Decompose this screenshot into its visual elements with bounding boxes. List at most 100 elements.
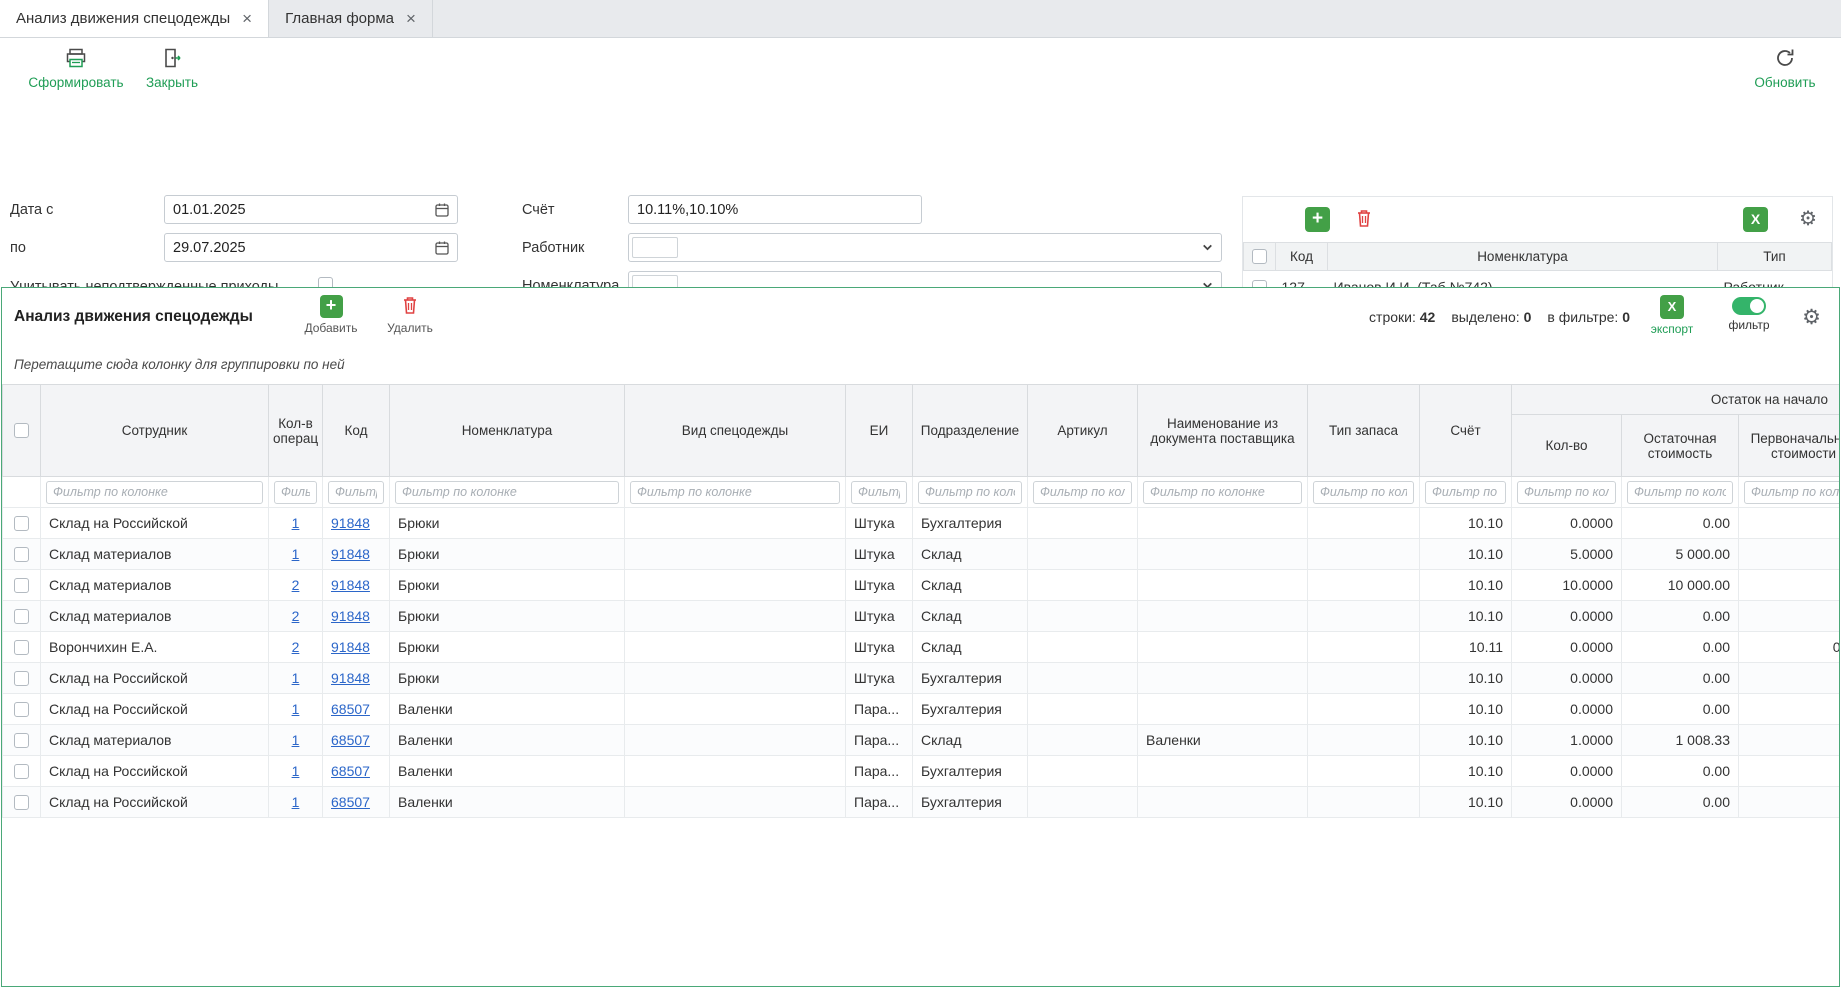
table-row[interactable]: Склад на Российской 1 68507 Валенки Пара…	[3, 787, 1840, 818]
filter-input-nomenclature[interactable]	[395, 481, 619, 504]
code-link[interactable]: 68507	[331, 763, 370, 779]
code-link[interactable]: 91848	[331, 515, 370, 531]
close-form-button[interactable]: Закрыть	[146, 47, 198, 90]
col-header-qty[interactable]: Кол-во	[1512, 415, 1622, 477]
col-header-kind[interactable]: Вид спецодежды	[625, 385, 846, 477]
col-header-article[interactable]: Артикул	[1028, 385, 1138, 477]
code-link[interactable]: 91848	[331, 546, 370, 562]
code-link[interactable]: 91848	[331, 639, 370, 655]
code-link[interactable]: 68507	[331, 701, 370, 717]
filter-input-article[interactable]	[1033, 481, 1132, 504]
export-button[interactable]: X экспорт	[1645, 295, 1699, 336]
ops-count-link[interactable]: 1	[292, 763, 300, 779]
code-link[interactable]: 91848	[331, 577, 370, 593]
table-row[interactable]: Склад на Российской 1 91848 Брюки Штука …	[3, 508, 1840, 539]
gear-icon[interactable]: ⚙	[1799, 207, 1817, 232]
filter-input-code[interactable]	[328, 481, 384, 504]
ops-count-link[interactable]: 2	[292, 639, 300, 655]
row-checkbox[interactable]	[14, 702, 29, 717]
date-from-input[interactable]	[165, 196, 434, 223]
code-link[interactable]: 91848	[331, 670, 370, 686]
filter-input-supplier-name[interactable]	[1143, 481, 1302, 504]
account-input[interactable]	[629, 196, 921, 223]
code-link[interactable]: 68507	[331, 794, 370, 810]
add-row-button[interactable]: + Добавить	[302, 295, 360, 335]
chevron-down-icon[interactable]	[1201, 241, 1214, 254]
worker-combobox[interactable]	[628, 233, 1222, 262]
filter-input-department[interactable]	[918, 481, 1022, 504]
row-checkbox[interactable]	[14, 764, 29, 779]
col-header-stock-type[interactable]: Тип запаса	[1308, 385, 1420, 477]
filter-input-unit[interactable]	[851, 481, 907, 504]
table-row[interactable]: Склад материалов 2 91848 Брюки Штука Скл…	[3, 570, 1840, 601]
ops-count-link[interactable]: 1	[292, 515, 300, 531]
tab-close-icon[interactable]: ×	[242, 10, 252, 27]
delete-item-button[interactable]	[1355, 208, 1373, 231]
ops-count-link[interactable]: 2	[292, 577, 300, 593]
filter-input-residual[interactable]	[1627, 481, 1733, 504]
toggle-on-icon[interactable]	[1732, 297, 1766, 315]
row-checkbox[interactable]	[14, 671, 29, 686]
filter-input-stock-type[interactable]	[1313, 481, 1414, 504]
cell-department: Склад	[913, 725, 1028, 756]
col-header-unit[interactable]: ЕИ	[846, 385, 913, 477]
tab-main-form[interactable]: Главная форма ×	[269, 0, 433, 37]
table-row[interactable]: Склад на Российской 1 91848 Брюки Штука …	[3, 663, 1840, 694]
generate-button[interactable]: Сформировать	[26, 47, 126, 90]
row-checkbox[interactable]	[14, 609, 29, 624]
table-row[interactable]: Склад на Российской 1 68507 Валенки Пара…	[3, 694, 1840, 725]
header-checkbox[interactable]	[1252, 249, 1267, 264]
cell-department: Бухгалтерия	[913, 787, 1028, 818]
col-header-nomenclature[interactable]: Номенклатура	[390, 385, 625, 477]
table-row[interactable]: Склад материалов 1 68507 Валенки Пара...…	[3, 725, 1840, 756]
table-row[interactable]: Ворончихин Е.А. 2 91848 Брюки Штука Скла…	[3, 632, 1840, 663]
filter-input-kind[interactable]	[630, 481, 840, 504]
col-header-ops[interactable]: Кол-в операц	[269, 385, 323, 477]
row-checkbox[interactable]	[14, 516, 29, 531]
col-header-code[interactable]: Код	[323, 385, 390, 477]
row-checkbox[interactable]	[14, 547, 29, 562]
filter-input-qty[interactable]	[1517, 481, 1616, 504]
tab-close-icon[interactable]: ×	[406, 10, 416, 27]
filter-input-employee[interactable]	[46, 481, 263, 504]
col-header-residual[interactable]: Остаточная стоимость	[1622, 415, 1739, 477]
filter-input-initial[interactable]	[1744, 481, 1839, 504]
table-row[interactable]: Склад материалов 2 91848 Брюки Штука Скл…	[3, 601, 1840, 632]
cell-initial	[1739, 787, 1840, 818]
col-header-account[interactable]: Счёт	[1420, 385, 1512, 477]
filter-toggle[interactable]: фильтр	[1725, 297, 1773, 332]
ops-count-link[interactable]: 2	[292, 608, 300, 624]
select-all-checkbox[interactable]	[14, 423, 29, 438]
ops-count-link[interactable]: 1	[292, 701, 300, 717]
tab-analysis[interactable]: Анализ движения спецодежды ×	[0, 0, 269, 37]
ops-count-link[interactable]: 1	[292, 794, 300, 810]
code-link[interactable]: 91848	[331, 608, 370, 624]
col-header-initial[interactable]: Первоначальной стоимости	[1739, 415, 1840, 477]
filter-input-account[interactable]	[1425, 481, 1506, 504]
row-checkbox[interactable]	[14, 578, 29, 593]
row-checkbox[interactable]	[14, 795, 29, 810]
refresh-button[interactable]: Обновить	[1752, 47, 1818, 90]
table-row[interactable]: Склад на Российской 1 68507 Валенки Пара…	[3, 756, 1840, 787]
gear-icon[interactable]: ⚙	[1802, 305, 1821, 330]
grouping-drop-zone[interactable]: Перетащите сюда колонку для группировки …	[2, 346, 1839, 384]
worker-code-input[interactable]	[632, 237, 678, 258]
calendar-icon[interactable]	[434, 202, 450, 218]
row-checkbox[interactable]	[14, 640, 29, 655]
ops-count-link[interactable]: 1	[292, 732, 300, 748]
worker-input[interactable]	[678, 234, 1201, 261]
delete-row-button[interactable]: Удалить	[384, 295, 436, 335]
ops-count-link[interactable]: 1	[292, 670, 300, 686]
filter-input-ops[interactable]	[274, 481, 317, 504]
col-header-employee[interactable]: Сотрудник	[41, 385, 269, 477]
row-checkbox[interactable]	[14, 733, 29, 748]
col-header-department[interactable]: Подразделение	[913, 385, 1028, 477]
add-item-button[interactable]: +	[1305, 207, 1330, 232]
excel-export-icon[interactable]: X	[1743, 207, 1768, 232]
date-to-input[interactable]	[165, 234, 434, 261]
ops-count-link[interactable]: 1	[292, 546, 300, 562]
calendar-icon[interactable]	[434, 240, 450, 256]
code-link[interactable]: 68507	[331, 732, 370, 748]
col-header-supplier-name[interactable]: Наименование из документа поставщика	[1138, 385, 1308, 477]
table-row[interactable]: Склад материалов 1 91848 Брюки Штука Скл…	[3, 539, 1840, 570]
